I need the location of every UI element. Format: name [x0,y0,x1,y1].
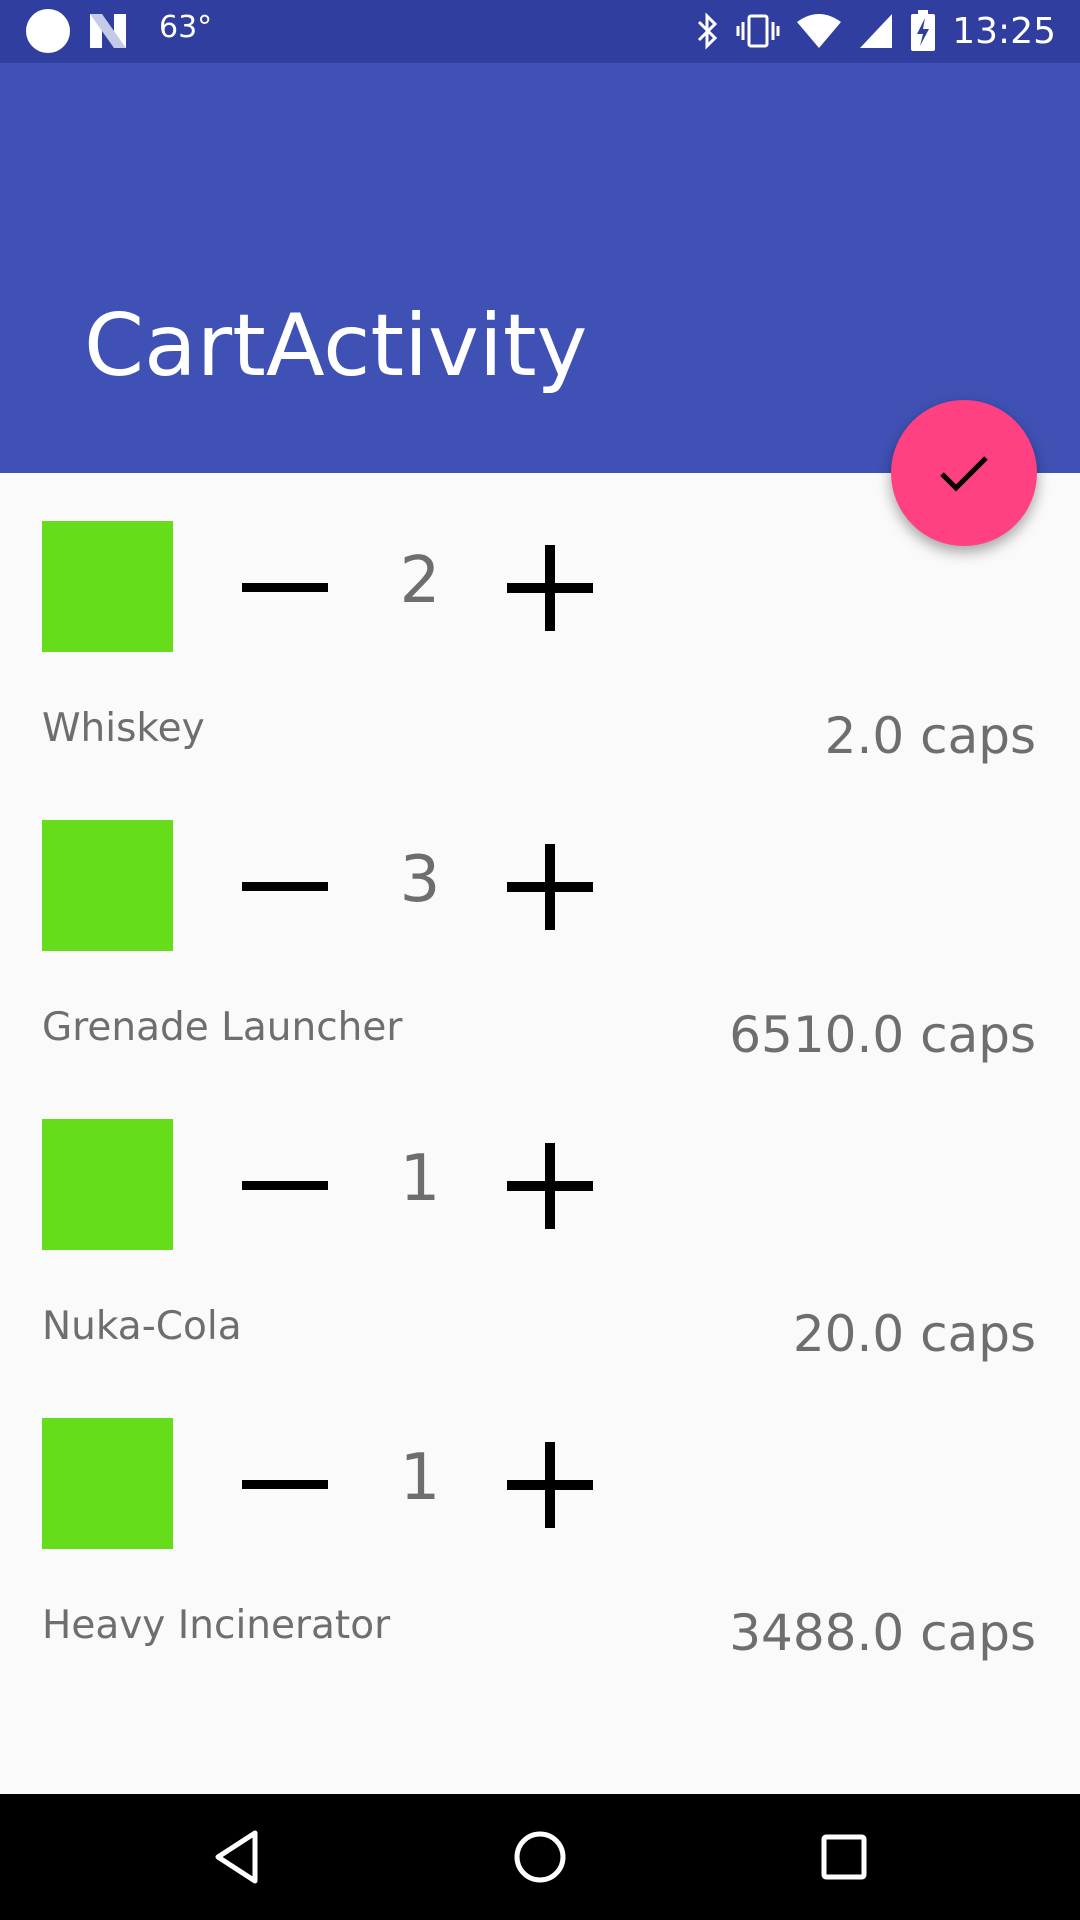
minus-icon [242,582,328,592]
decrease-quantity-button[interactable] [240,1170,330,1200]
quantity-value: 1 [399,1441,441,1515]
decrease-quantity-button[interactable] [240,1469,330,1499]
battery-charging-icon [911,10,936,51]
item-name: Nuka-Cola [42,1304,242,1349]
decrease-quantity-button[interactable] [240,572,330,602]
increase-quantity-button[interactable] [505,1440,595,1530]
increase-quantity-button[interactable] [505,1141,595,1231]
notification-dot-icon [26,9,70,53]
quantity-value: 2 [399,544,441,618]
item-name: Whiskey [42,706,205,751]
item-name: Heavy Incinerator [42,1603,391,1648]
item-price: 20.0 caps [792,1305,1036,1363]
cell-signal-icon [860,14,893,48]
status-bar: 63° 13:25 [0,0,1080,63]
cart-screen: 63° 13:25 CartActivity 2 Whiskey 2.0 cap… [0,0,1080,1920]
back-icon[interactable] [210,1827,270,1887]
cart-item: 1 Nuka-Cola 20.0 caps [0,1071,1080,1370]
cart-list: 2 Whiskey 2.0 caps 3 Grenade Launcher 65… [0,473,1080,1669]
increase-quantity-button[interactable] [505,543,595,633]
item-thumbnail [42,820,173,951]
quantity-value: 3 [399,843,441,917]
item-price: 3488.0 caps [729,1604,1036,1662]
temperature-readout: 63° [159,10,213,45]
item-name: Grenade Launcher [42,1005,403,1050]
minus-icon [242,881,328,891]
navigation-bar [0,1794,1080,1920]
item-price: 6510.0 caps [729,1006,1036,1064]
item-thumbnail [42,1418,173,1549]
home-icon[interactable] [510,1827,570,1887]
increase-quantity-button[interactable] [505,842,595,932]
clock: 13:25 [952,10,1056,52]
cart-item: 2 Whiskey 2.0 caps [0,473,1080,772]
cart-item: 1 Heavy Incinerator 3488.0 caps [0,1370,1080,1669]
decrease-quantity-button[interactable] [240,871,330,901]
item-price: 2.0 caps [824,707,1036,765]
app-bar: CartActivity [0,63,1080,473]
item-thumbnail [42,521,173,652]
vibrate-icon [736,14,780,48]
page-title: CartActivity [84,296,588,396]
quantity-value: 1 [399,1142,441,1216]
item-thumbnail [42,1119,173,1250]
minus-icon [242,1180,328,1190]
wifi-icon [797,14,842,48]
bluetooth-icon [698,12,718,50]
cart-item: 3 Grenade Launcher 6510.0 caps [0,772,1080,1071]
recents-icon[interactable] [814,1827,874,1887]
n-logo-icon [90,14,126,48]
minus-icon [242,1479,328,1489]
